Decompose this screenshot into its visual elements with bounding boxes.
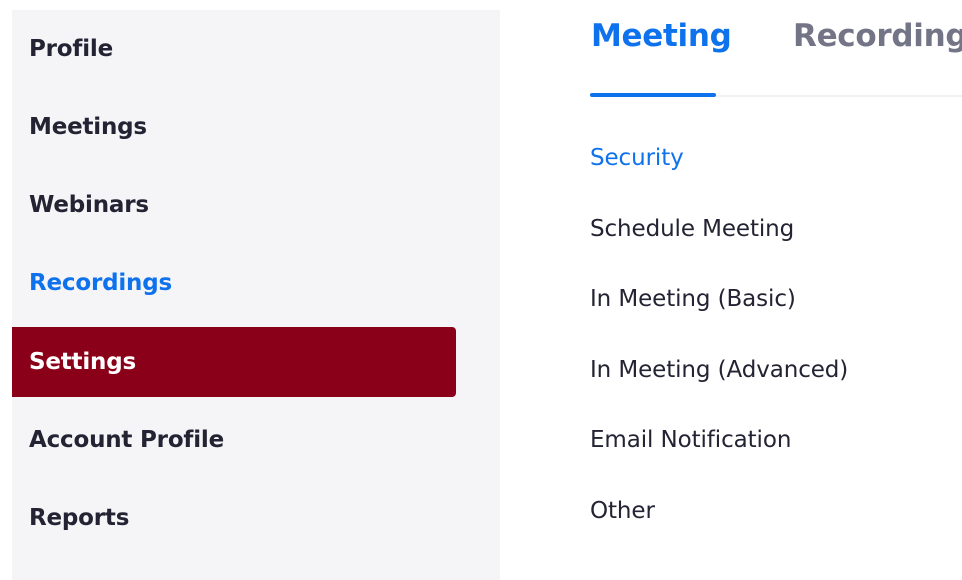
sidebar-item-settings[interactable]: Settings <box>12 327 456 397</box>
sidebar-item-meetings[interactable]: Meetings <box>12 92 456 162</box>
section-link-in-meeting-advanced[interactable]: In Meeting (Advanced) <box>590 357 848 383</box>
sidebar-item-webinars[interactable]: Webinars <box>12 170 456 240</box>
sidebar-item-profile[interactable]: Profile <box>12 14 456 84</box>
tab-recording[interactable]: Recording <box>793 18 962 54</box>
section-link-email-notification[interactable]: Email Notification <box>590 427 791 453</box>
section-link-other[interactable]: Other <box>590 498 655 524</box>
sidebar-item-account-profile[interactable]: Account Profile <box>12 405 456 475</box>
section-link-in-meeting-basic[interactable]: In Meeting (Basic) <box>590 286 796 312</box>
section-link-schedule-meeting[interactable]: Schedule Meeting <box>590 216 794 242</box>
tab-meeting[interactable]: Meeting <box>591 18 732 54</box>
active-tab-indicator <box>590 93 716 97</box>
settings-page: Profile Meetings Webinars Recordings Set… <box>0 0 962 580</box>
sidebar-nav: Profile Meetings Webinars Recordings Set… <box>12 10 500 580</box>
sidebar-item-recordings[interactable]: Recordings <box>12 248 456 318</box>
section-link-security[interactable]: Security <box>590 145 684 171</box>
sidebar-item-reports[interactable]: Reports <box>12 483 456 553</box>
